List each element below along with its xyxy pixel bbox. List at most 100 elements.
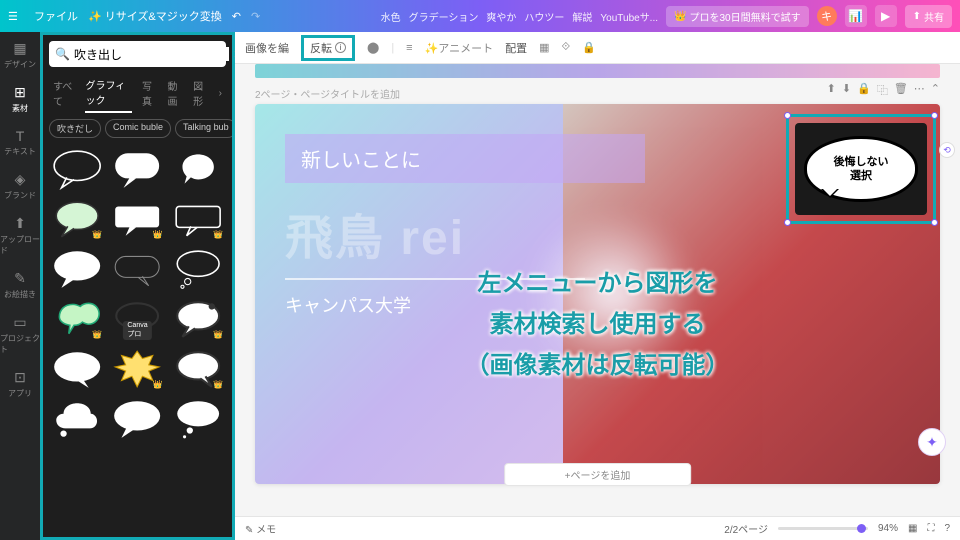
bubble-item[interactable] <box>172 398 224 440</box>
sidebar-draw[interactable]: ✎お絵描き <box>4 270 36 300</box>
tag[interactable]: 爽やか <box>486 9 516 24</box>
bottom-bar: ✎ メモ 2/2ページ 94% ▦ ⛶ ? <box>235 516 960 540</box>
copy-style-icon[interactable]: ⟐ <box>561 41 570 54</box>
edit-image-button[interactable]: 画像を編 <box>245 40 289 56</box>
tag[interactable]: YouTubeサ... <box>600 9 658 24</box>
add-page-button[interactable]: +ページを追加 <box>504 463 692 486</box>
avatar[interactable]: キ <box>817 6 837 26</box>
move-up-icon[interactable]: ⬆ <box>827 82 836 98</box>
bubble-item[interactable]: 👑 <box>51 298 103 340</box>
bubble-item[interactable] <box>111 148 163 190</box>
page-header[interactable]: 2ページ・ページタイトルを追加 <box>255 86 400 101</box>
transparency-icon[interactable]: ▦ <box>539 41 549 54</box>
zoom-value[interactable]: 94% <box>878 523 898 534</box>
bubble-item[interactable] <box>51 148 103 190</box>
bubble-item[interactable] <box>51 348 103 390</box>
duplicate-icon[interactable]: ⿻ <box>877 82 888 98</box>
prev-page-strip[interactable] <box>255 64 940 78</box>
speech-bubble-graphic[interactable]: 後悔しない 選択 <box>795 123 927 215</box>
bubble-item[interactable]: 👑 <box>111 198 163 240</box>
bubble-item[interactable]: 👑 <box>172 348 224 390</box>
resize-menu[interactable]: ✨ リサイズ&マジック変換 <box>88 8 222 24</box>
tab-photos[interactable]: 写真 <box>142 74 158 112</box>
tab-shapes[interactable]: 図形 <box>193 74 209 112</box>
flip-button[interactable]: 反転 i <box>301 35 355 61</box>
delete-icon[interactable]: 🗑 <box>894 82 908 98</box>
move-down-icon[interactable]: ⬇ <box>842 82 851 98</box>
bubble-item[interactable]: 👑 <box>51 198 103 240</box>
sidebar-upload[interactable]: ⬆アップロード <box>0 215 40 256</box>
chip[interactable]: Comic buble <box>105 119 171 138</box>
elements-panel: 🔍 ✕ ⚙ すべて グラフィック 写真 動画 図形 › 吹きだし Comic b… <box>40 32 235 540</box>
chevron-right-icon[interactable]: › <box>219 88 222 99</box>
crown-icon: 👑 <box>92 230 102 239</box>
bubble-item[interactable]: 👑 <box>172 298 224 340</box>
file-menu[interactable]: ファイル <box>34 8 78 24</box>
bubble-item[interactable]: 👑 <box>172 198 224 240</box>
bubble-item[interactable] <box>51 248 103 290</box>
notes-button[interactable]: ✎ メモ <box>245 521 276 536</box>
crown-icon: 👑 <box>92 330 102 339</box>
present-icon[interactable]: ▶ <box>875 5 897 27</box>
bubble-item[interactable] <box>111 398 163 440</box>
suggestion-chips: 吹きだし Comic buble Talking bub <box>43 113 232 144</box>
pro-badge: Canvaプロ <box>123 321 151 340</box>
speech-text-2: 選択 <box>850 169 872 183</box>
fullscreen-icon[interactable]: ⛶ <box>927 523 934 534</box>
grid-view-icon[interactable]: ▦ <box>908 523 917 534</box>
bubble-item[interactable] <box>172 148 224 190</box>
lock-icon[interactable]: 🔒 <box>582 41 596 54</box>
lock-page-icon[interactable]: 🔒 <box>857 82 871 98</box>
rotate-handle[interactable]: ⟲ <box>939 142 955 158</box>
sidebar-elements[interactable]: ⊞素材 <box>12 84 28 114</box>
position-button[interactable]: 配置 <box>505 40 527 56</box>
bubble-item[interactable] <box>111 248 163 290</box>
topbar-right: 水色 グラデーション 爽やか ハウツー 解説 YouTubeサ... 👑 プロを… <box>381 5 952 28</box>
bubble-item[interactable]: Canvaプロ <box>111 298 163 340</box>
brand-icon: ◈ <box>15 171 26 188</box>
tab-all[interactable]: すべて <box>53 74 75 112</box>
panel-tabs: すべて グラフィック 写真 動画 図形 › <box>43 73 232 113</box>
collapse-icon[interactable]: ⌃ <box>931 82 940 98</box>
zoom-slider[interactable] <box>778 527 868 530</box>
speech-text-1: 後悔しない <box>833 155 888 169</box>
share-button[interactable]: ⬆ 共有 <box>905 5 952 28</box>
chip[interactable]: 吹きだし <box>49 119 101 138</box>
canvas-area: 2ページ・ページタイトルを追加 ⬆ ⬇ 🔒 ⿻ 🗑 ⋯ ⌃ 新しいことに 飛鳥 … <box>235 64 960 516</box>
tab-graphics[interactable]: グラフィック <box>85 73 132 113</box>
chip[interactable]: Talking bub <box>175 119 232 138</box>
more-icon[interactable]: ⋯ <box>914 82 925 98</box>
tag[interactable]: 水色 <box>381 9 401 24</box>
sidebar-design[interactable]: ▦デザイン <box>4 40 36 70</box>
align-icon[interactable]: ≡ <box>406 42 412 54</box>
hamburger-icon[interactable]: ☰ <box>8 10 24 23</box>
tag[interactable]: 解説 <box>572 9 592 24</box>
tag[interactable]: グラデーション <box>409 9 479 24</box>
tab-videos[interactable]: 動画 <box>168 74 184 112</box>
undo-icon[interactable]: ↶ <box>232 10 241 23</box>
big-title[interactable]: 飛鳥 rei <box>285 213 645 266</box>
headline-box[interactable]: 新しいことに <box>285 134 645 183</box>
sidebar-projects[interactable]: ▭プロジェクト <box>0 314 40 355</box>
crown-icon: 👑 <box>213 380 223 389</box>
crown-icon: 👑 <box>153 230 163 239</box>
bubble-item[interactable] <box>51 398 103 440</box>
tag[interactable]: ハウツー <box>524 9 564 24</box>
tutorial-annotation: 左メニューから図形を 素材検索し使用する （画像素材は反転可能） <box>466 264 730 386</box>
selected-element[interactable]: ⟲ 後悔しない 選択 <box>786 114 936 224</box>
pro-button[interactable]: 👑 プロを30日間無料で試す <box>666 6 809 27</box>
ai-float-button[interactable]: ✦ <box>918 428 946 456</box>
sidebar-text[interactable]: Tテキスト <box>4 128 36 157</box>
search-input[interactable] <box>74 47 229 61</box>
sidebar-brand[interactable]: ◈ブランド <box>4 171 36 201</box>
animate-button[interactable]: ✨アニメート <box>425 40 493 56</box>
bubble-item[interactable] <box>172 248 224 290</box>
page-indicator[interactable]: 2/2ページ <box>724 521 768 536</box>
chart-icon[interactable]: 📊 <box>845 5 867 27</box>
color-icon[interactable]: ⬤ <box>367 41 379 54</box>
draw-icon: ✎ <box>14 270 26 287</box>
bubble-item[interactable]: 👑 <box>111 348 163 390</box>
redo-icon[interactable]: ↷ <box>251 10 260 23</box>
sidebar-apps[interactable]: ⊡アプリ <box>8 369 32 399</box>
help-icon[interactable]: ? <box>944 523 950 534</box>
